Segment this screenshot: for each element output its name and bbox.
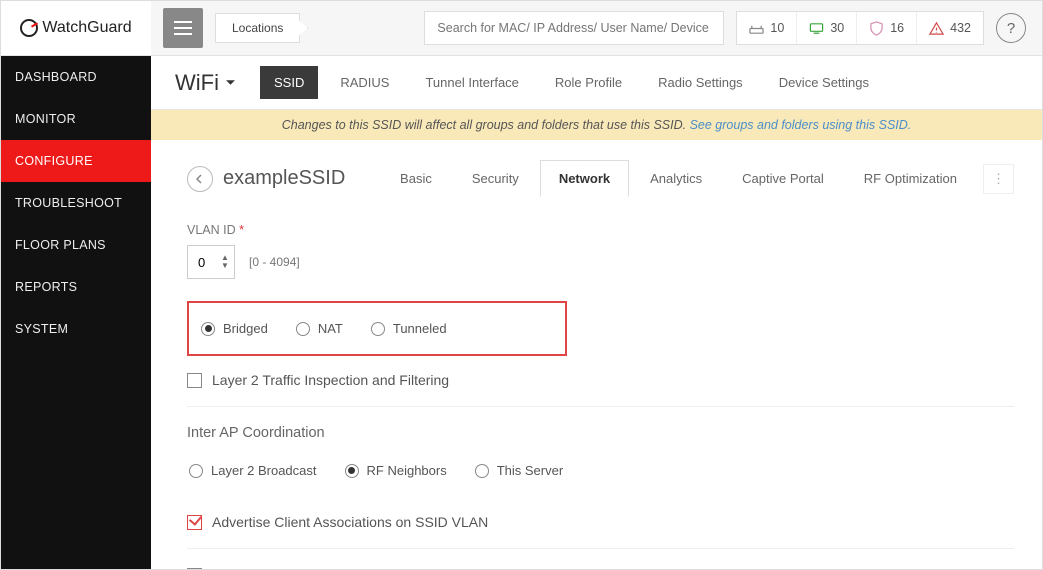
sidebar-item-troubleshoot[interactable]: TROUBLESHOOT bbox=[1, 182, 151, 224]
radio-nat[interactable]: NAT bbox=[296, 321, 343, 336]
separator bbox=[187, 406, 1014, 407]
status-ap[interactable]: 10 bbox=[737, 12, 797, 44]
tab-network[interactable]: Network bbox=[540, 160, 629, 197]
separator bbox=[187, 548, 1014, 549]
radio-rfneighbors[interactable]: RF Neighbors bbox=[345, 463, 447, 478]
checkbox-dhcp82[interactable]: DHCP Option 82 bbox=[187, 567, 1014, 569]
sidebar-item-system[interactable]: SYSTEM bbox=[1, 308, 151, 350]
radio-tunneled[interactable]: Tunneled bbox=[371, 321, 447, 336]
interap-heading: Inter AP Coordination bbox=[187, 425, 1014, 441]
topbar: Locations 10 30 16 432 bbox=[151, 1, 1042, 56]
alert-icon bbox=[929, 21, 944, 36]
tab-devicesettings[interactable]: Device Settings bbox=[765, 66, 883, 99]
sidebar-item-dashboard[interactable]: DASHBOARD bbox=[1, 56, 151, 98]
vlan-hint: [0 - 4094] bbox=[249, 255, 300, 269]
tab-security[interactable]: Security bbox=[453, 160, 538, 197]
tab-analytics[interactable]: Analytics bbox=[631, 160, 721, 197]
brand-text: WatchGuard bbox=[42, 19, 131, 37]
hamburger-icon bbox=[174, 21, 192, 35]
status-security[interactable]: 16 bbox=[857, 12, 917, 44]
vlan-stepper[interactable]: 0 ▲▼ bbox=[187, 245, 235, 279]
warning-banner: Changes to this SSID will affect all gro… bbox=[151, 110, 1042, 140]
tab-radius[interactable]: RADIUS bbox=[326, 66, 403, 99]
tab-captiveportal[interactable]: Captive Portal bbox=[723, 160, 843, 197]
banner-link[interactable]: See groups and folders using this SSID. bbox=[690, 118, 912, 132]
content: exampleSSID Basic Security Network Analy… bbox=[151, 140, 1042, 569]
status-alerts[interactable]: 432 bbox=[917, 12, 983, 44]
more-tabs-button[interactable]: ⋮ bbox=[983, 164, 1014, 194]
tab-radiosettings[interactable]: Radio Settings bbox=[644, 66, 757, 99]
tab-basic[interactable]: Basic bbox=[381, 160, 451, 197]
sidebar-item-floorplans[interactable]: FLOOR PLANS bbox=[1, 224, 151, 266]
sidebar-item-configure[interactable]: CONFIGURE bbox=[1, 140, 151, 182]
help-button[interactable]: ? bbox=[996, 13, 1026, 43]
search-input[interactable] bbox=[424, 11, 724, 45]
page-title: exampleSSID bbox=[223, 167, 345, 190]
subnav: WiFi SSID RADIUS Tunnel Interface Role P… bbox=[151, 56, 1042, 110]
tab-rfopt[interactable]: RF Optimization bbox=[845, 160, 976, 197]
sidebar-item-monitor[interactable]: MONITOR bbox=[1, 98, 151, 140]
shield-icon bbox=[869, 21, 884, 36]
logo: WatchGuard bbox=[1, 1, 151, 56]
section-title[interactable]: WiFi bbox=[175, 70, 236, 96]
back-button[interactable] bbox=[187, 166, 213, 192]
radio-l2broadcast[interactable]: Layer 2 Broadcast bbox=[189, 463, 317, 478]
tab-ssid[interactable]: SSID bbox=[260, 66, 318, 99]
checkbox-advertise-assoc[interactable]: Advertise Client Associations on SSID VL… bbox=[187, 514, 1014, 530]
radio-thisserver[interactable]: This Server bbox=[475, 463, 563, 478]
checkbox-l2-inspection[interactable]: Layer 2 Traffic Inspection and Filtering bbox=[187, 372, 1014, 388]
page-tabs: Basic Security Network Analytics Captive… bbox=[380, 160, 1014, 197]
stepper-down-icon[interactable]: ▼ bbox=[218, 262, 232, 270]
status-group: 10 30 16 432 bbox=[736, 11, 984, 45]
interap-group: Layer 2 Broadcast RF Neighbors This Serv… bbox=[187, 459, 1014, 486]
tab-roleprofile[interactable]: Role Profile bbox=[541, 66, 636, 99]
breadcrumb[interactable]: Locations bbox=[215, 13, 300, 43]
ap-icon bbox=[749, 21, 764, 36]
client-icon bbox=[809, 21, 824, 36]
menu-toggle-button[interactable] bbox=[163, 8, 203, 48]
chevron-down-icon bbox=[225, 77, 236, 88]
vlan-block: VLAN ID * 0 ▲▼ [0 - 4094] bbox=[187, 223, 1014, 279]
tab-tunnel[interactable]: Tunnel Interface bbox=[411, 66, 532, 99]
radio-bridged[interactable]: Bridged bbox=[201, 321, 268, 336]
network-mode-group: Bridged NAT Tunneled bbox=[187, 301, 567, 356]
search-wrap bbox=[424, 11, 724, 45]
status-clients[interactable]: 30 bbox=[797, 12, 857, 44]
arrow-left-icon bbox=[194, 173, 206, 185]
vlan-label: VLAN ID * bbox=[187, 223, 1014, 237]
sidebar: WatchGuard DASHBOARD MONITOR CONFIGURE T… bbox=[1, 1, 151, 569]
sidebar-item-reports[interactable]: REPORTS bbox=[1, 266, 151, 308]
